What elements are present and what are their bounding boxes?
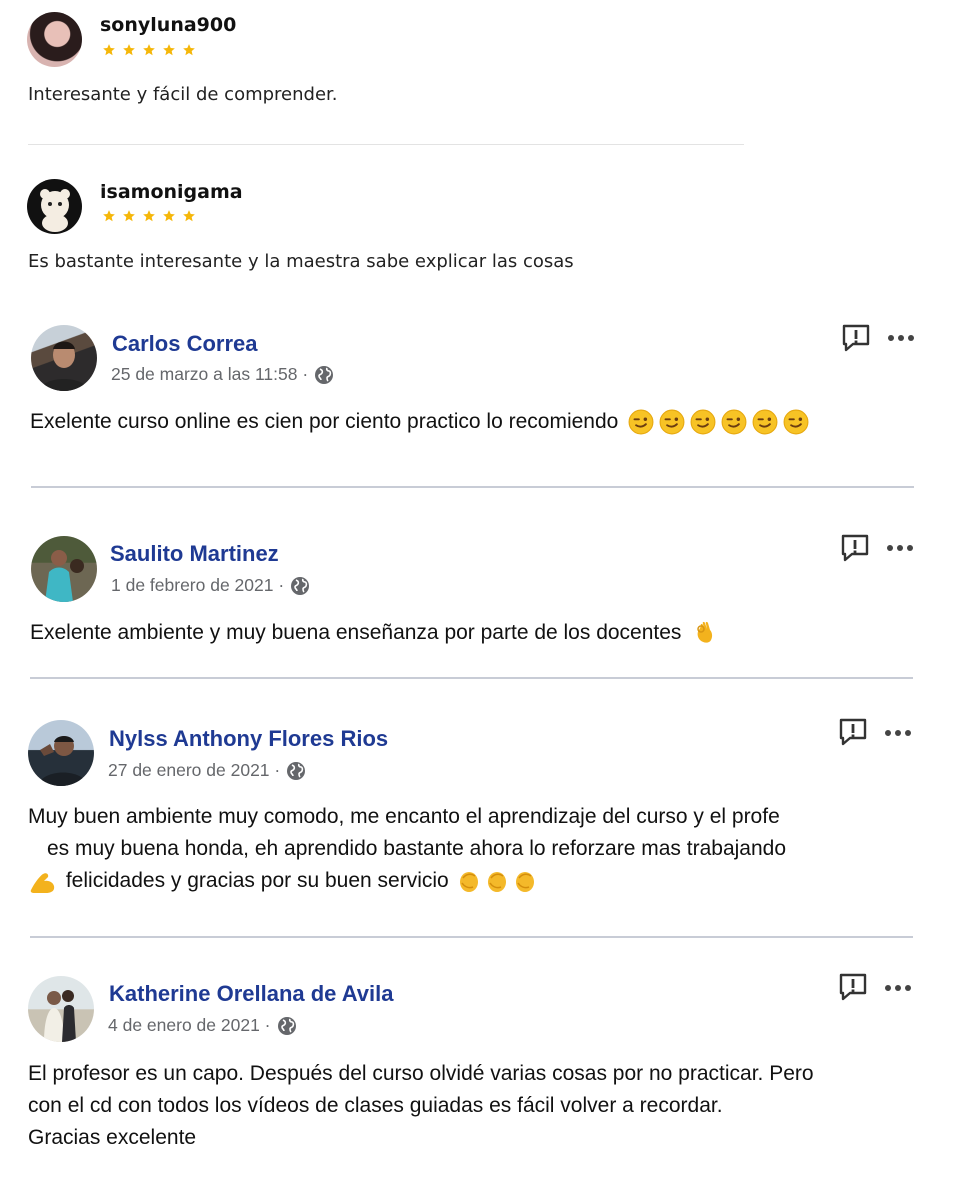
star-icon xyxy=(102,209,116,223)
comment-line: con el cd con todos los vídeos de clases… xyxy=(28,1094,723,1117)
commenter-name[interactable]: Saulito Martinez xyxy=(110,541,279,567)
more-options-icon[interactable] xyxy=(887,545,913,551)
star-rating xyxy=(102,43,196,57)
globe-icon xyxy=(286,761,306,781)
review-username[interactable]: isamonigama xyxy=(100,181,243,203)
comment-line: Muy buen ambiente muy comodo, me encanto… xyxy=(28,805,780,828)
star-icon xyxy=(122,43,136,57)
comment-line: es muy buena honda, eh aprendido bastant… xyxy=(47,837,786,860)
commenter-name[interactable]: Nylss Anthony Flores Rios xyxy=(109,726,388,752)
divider xyxy=(31,486,914,488)
comment-line: Gracias excelente xyxy=(28,1126,197,1149)
more-options-icon[interactable] xyxy=(885,730,911,736)
globe-icon xyxy=(277,1016,297,1036)
comment-date[interactable]: 1 de febrero de 2021 · xyxy=(111,575,284,596)
divider xyxy=(30,677,913,679)
ok-hand-emoji xyxy=(697,622,713,644)
star-icon xyxy=(142,209,156,223)
review-text: Interesante y fácil de comprender. xyxy=(28,84,338,105)
globe-icon xyxy=(314,365,334,385)
comment-date[interactable]: 4 de enero de 2021 · xyxy=(108,1015,271,1036)
avatar[interactable] xyxy=(31,536,97,602)
commenter-name[interactable]: Carlos Correa xyxy=(112,331,258,357)
comment-text: El profesor es un capo. Después del curs… xyxy=(28,1058,814,1154)
comment-text: Exelente ambiente y muy buena enseñanza … xyxy=(30,617,717,649)
comment-meta: 4 de enero de 2021 · xyxy=(108,1015,297,1036)
star-icon xyxy=(102,43,116,57)
winking-face-emoji xyxy=(628,410,809,433)
comment-line: Exelente ambiente y muy buena enseñanza … xyxy=(30,621,682,644)
more-options-icon[interactable] xyxy=(888,335,914,341)
avatar[interactable] xyxy=(31,325,97,391)
avatar[interactable] xyxy=(28,976,94,1042)
report-icon[interactable] xyxy=(839,532,871,564)
clapping-hands-emoji xyxy=(457,869,537,892)
comment-date[interactable]: 25 de marzo a las 11:58 · xyxy=(111,364,308,385)
report-icon[interactable] xyxy=(837,716,869,748)
avatar[interactable] xyxy=(27,12,82,67)
comment-line: Exelente curso online es cien por ciento… xyxy=(30,410,619,433)
star-rating xyxy=(102,209,196,223)
report-icon[interactable] xyxy=(837,971,869,1003)
report-icon[interactable] xyxy=(840,322,872,354)
globe-icon xyxy=(290,576,310,596)
star-icon xyxy=(162,209,176,223)
comment-line: felicidades y gracias por su buen servic… xyxy=(65,869,449,892)
review-text: Es bastante interesante y la maestra sab… xyxy=(28,251,574,272)
avatar[interactable] xyxy=(27,179,82,234)
comment-text: Muy buen ambiente muy comodo, me encanto… xyxy=(28,801,786,897)
star-icon xyxy=(142,43,156,57)
star-icon xyxy=(182,43,196,57)
divider xyxy=(30,936,913,938)
review-username[interactable]: sonyluna900 xyxy=(100,14,236,36)
flexed-biceps-emoji xyxy=(30,873,55,894)
more-options-icon[interactable] xyxy=(885,985,911,991)
star-icon xyxy=(162,43,176,57)
comment-meta: 1 de febrero de 2021 · xyxy=(111,575,310,596)
divider xyxy=(28,144,744,145)
avatar[interactable] xyxy=(28,720,94,786)
comment-meta: 27 de enero de 2021 · xyxy=(108,760,306,781)
comment-meta: 25 de marzo a las 11:58 · xyxy=(111,364,334,385)
comment-line: El profesor es un capo. Después del curs… xyxy=(28,1062,814,1085)
comment-date[interactable]: 27 de enero de 2021 · xyxy=(108,760,280,781)
star-icon xyxy=(182,209,196,223)
star-icon xyxy=(122,209,136,223)
comment-text: Exelente curso online es cien por ciento… xyxy=(30,406,809,438)
commenter-name[interactable]: Katherine Orellana de Avila xyxy=(109,981,393,1007)
comment-line-3: felicidades y gracias por su buen servic… xyxy=(28,865,786,897)
